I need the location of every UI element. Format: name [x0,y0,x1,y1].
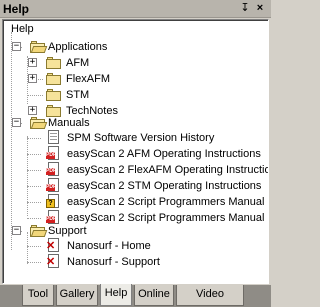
tree-item-afm[interactable]: + AFM [3,55,93,71]
tree-item-flexafm[interactable]: + FlexAFM [3,71,113,87]
folder-icon [46,72,62,85]
tree-item-flexafm-instructions[interactable]: PDF easyScan 2 FlexAFM Operating Instruc… [3,162,268,178]
tree-item-label: AFM [66,57,90,69]
tab-online[interactable]: Online [134,285,174,306]
tree-item-label: Manuals [48,117,90,129]
tab-label: Video [196,288,224,300]
folder-open-icon [30,40,48,53]
tab-label: Help [104,287,128,299]
tree-item-stm[interactable]: STM [3,87,93,103]
tab-gallery[interactable]: Gallery [56,285,98,306]
tab-tool[interactable]: Tool [22,285,54,306]
pdf-icon: PDF [46,178,60,193]
tree-item-label: Nanosurf - Support [67,256,160,268]
tree-item-stm-instructions[interactable]: PDF easyScan 2 STM Operating Instruction… [3,178,265,194]
tree-item-afm-instructions[interactable]: PDF easyScan 2 AFM Operating Instruction… [3,146,265,162]
web-link-icon: ✕ [46,254,60,269]
pin-icon[interactable]: ↧ [239,2,251,15]
close-icon[interactable]: × [254,2,266,15]
tab-label: Gallery [59,288,95,300]
tree-item-label: easyScan 2 Script Programmers Manual [67,196,265,208]
collapse-icon[interactable]: − [12,118,21,127]
panel-title-bar: Help ↧ × [0,0,271,18]
tree-item-version-history[interactable]: SPM Software Version History [3,130,265,146]
tree-item-applications[interactable]: − Applications [3,39,113,55]
expand-icon[interactable]: + [28,74,37,83]
tree-item-label: Applications [48,41,108,53]
tree-item-nanosurf-support[interactable]: ✕ Nanosurf - Support [3,254,183,270]
tab-label: Online [138,288,170,300]
tree-item-label: easyScan 2 AFM Operating Instructions [67,148,261,160]
tree-root-help[interactable]: Help [3,21,63,37]
collapse-icon[interactable]: − [12,226,21,235]
folder-open-icon [30,224,48,237]
document-icon [46,130,60,145]
tree-item-label: Support [48,225,87,237]
expand-icon[interactable]: + [28,58,37,67]
tab-label: Tool [27,288,49,300]
expand-icon[interactable]: + [28,106,37,115]
pdf-icon: PDF [46,162,60,177]
tab-help[interactable]: Help [100,284,132,306]
tree-item-label: easyScan 2 FlexAFM Operating Instruction… [67,164,269,176]
tree-item-label: FlexAFM [66,73,110,85]
tree-item-label: STM [66,89,90,101]
pdf-icon: PDF [46,146,60,161]
collapse-icon[interactable]: − [12,42,21,51]
panel-title: Help [3,2,30,16]
tab-video[interactable]: Video [176,285,244,306]
help-tree: Help − Applications + AFM + FlexAFM STM … [3,20,268,283]
tree-root-label: Help [11,23,34,35]
tree-item-label: Nanosurf - Home [67,240,151,252]
folder-icon [46,56,62,69]
folder-open-icon [30,116,48,129]
help-tree-panel: Help − Applications + AFM + FlexAFM STM … [2,19,269,284]
panel-tab-bar: Tool Gallery Help Online Video [0,284,271,307]
tree-item-nanosurf-home[interactable]: ✕ Nanosurf - Home [3,238,183,254]
tree-item-label: easyScan 2 STM Operating Instructions [67,180,262,192]
folder-icon [46,88,62,101]
tree-item-support[interactable]: − Support [3,223,103,239]
tree-item-manuals[interactable]: − Manuals [3,115,103,131]
tree-item-script-manual-chm[interactable]: ? easyScan 2 Script Programmers Manual [3,194,265,210]
chm-help-icon: ? [46,194,60,209]
web-link-icon: ✕ [46,238,60,253]
tree-item-label: SPM Software Version History [67,132,215,144]
